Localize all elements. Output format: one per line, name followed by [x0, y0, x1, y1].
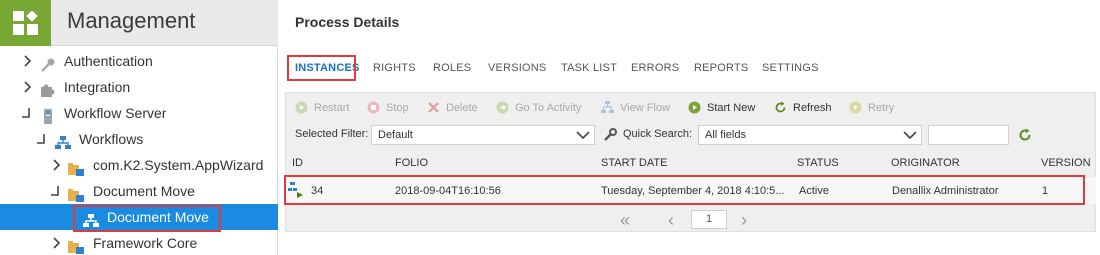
tree-item-workflows[interactable]: Workflows — [0, 126, 278, 152]
tab-reports[interactable]: REPORTS — [694, 56, 748, 80]
delete-button[interactable]: Delete — [427, 100, 482, 118]
selection-highlight-box — [73, 205, 221, 232]
tab-task-list[interactable]: TASK LIST — [561, 56, 617, 80]
play-icon — [849, 101, 862, 114]
selected-filter-value: Default — [378, 129, 413, 141]
chevron-down-icon — [576, 126, 590, 144]
play-icon — [688, 101, 701, 114]
chevron-right-icon[interactable] — [51, 230, 63, 255]
page-title: Process Details — [295, 14, 400, 30]
sidebar: Management Authentication Integration Wo… — [0, 0, 278, 255]
server-icon — [42, 106, 58, 124]
tab-settings[interactable]: SETTINGS — [762, 56, 819, 80]
previous-page-button[interactable]: ‹ — [668, 210, 674, 231]
chevron-right-icon[interactable] — [51, 152, 63, 179]
puzzle-icon — [40, 80, 56, 97]
collapse-icon[interactable] — [49, 178, 61, 205]
selected-filter-label: Selected Filter: — [295, 128, 369, 140]
tree-item-appwizard[interactable]: com.K2.System.AppWizard — [0, 152, 278, 178]
tree-item-label: Document Move — [93, 183, 195, 199]
view-flow-button[interactable]: View Flow — [601, 100, 673, 118]
delete-icon — [427, 101, 440, 114]
quick-search-label: Quick Search: — [623, 128, 693, 140]
chevron-right-icon[interactable] — [22, 74, 34, 101]
page-number-input[interactable]: 1 — [691, 210, 727, 229]
refresh-button[interactable]: Refresh — [774, 100, 834, 118]
chevron-down-icon — [903, 126, 917, 144]
column-header-start-date[interactable]: START DATE — [601, 157, 667, 169]
column-header-originator[interactable]: ORIGINATOR — [891, 157, 960, 169]
selected-filter-dropdown[interactable]: Default — [371, 125, 595, 145]
workflow-icon — [55, 132, 71, 149]
tab-rights[interactable]: RIGHTS — [373, 56, 416, 80]
tree-item-label: Workflows — [79, 131, 144, 147]
collapse-icon[interactable] — [35, 126, 47, 153]
key-icon — [40, 54, 56, 72]
tree-item-label: Framework Core — [93, 235, 198, 251]
column-header-version[interactable]: VERSION — [1041, 157, 1091, 169]
tree-item-workflow-server[interactable]: Workflow Server — [0, 100, 278, 126]
tab-errors[interactable]: ERRORS — [631, 56, 679, 80]
column-header-id[interactable]: ID — [292, 157, 303, 169]
refresh-icon[interactable] — [1018, 128, 1032, 142]
tree-item-integration[interactable]: Integration — [0, 74, 278, 100]
column-header-status[interactable]: STATUS — [797, 157, 839, 169]
retry-button[interactable]: Retry — [849, 100, 899, 118]
folder-workflow-icon — [68, 158, 84, 176]
collapse-icon[interactable] — [20, 100, 32, 127]
restart-button[interactable]: Restart — [295, 100, 355, 118]
tree-item-label: Integration — [64, 79, 131, 95]
stop-button[interactable]: Stop — [367, 100, 412, 118]
app-logo[interactable] — [0, 0, 51, 46]
tree-item-label: Authentication — [64, 53, 153, 69]
refresh-icon — [774, 101, 787, 114]
folder-workflow-icon — [68, 184, 84, 202]
start-new-button[interactable]: Start New — [688, 100, 760, 118]
sidebar-header: Management — [0, 0, 278, 46]
tiles-icon — [13, 11, 38, 35]
wrench-icon — [603, 128, 617, 142]
tree-item-framework-core[interactable]: Framework Core — [0, 230, 278, 255]
column-header-folio[interactable]: FOLIO — [395, 157, 428, 169]
tab-roles[interactable]: ROLES — [433, 56, 471, 80]
tree-item-authentication[interactable]: Authentication — [0, 48, 278, 74]
sidebar-title: Management — [67, 8, 196, 33]
tree-item-label: com.K2.System.AppWizard — [93, 157, 264, 173]
next-page-button[interactable]: › — [741, 210, 747, 231]
tab-highlight-box — [287, 55, 356, 81]
row-highlight-box — [284, 175, 1085, 205]
folder-workflow-icon — [68, 236, 84, 254]
play-icon — [295, 101, 308, 114]
tree-item-label: Workflow Server — [64, 105, 167, 121]
tab-versions[interactable]: VERSIONS — [488, 56, 546, 80]
workflow-icon — [601, 101, 614, 114]
chevron-right-icon[interactable] — [22, 48, 34, 75]
go-to-activity-button[interactable]: Go To Activity — [496, 100, 586, 118]
app-root: Management Authentication Integration Wo… — [0, 0, 1100, 255]
tree-item-document-move-folder[interactable]: Document Move — [0, 178, 278, 204]
go-to-activity-icon — [496, 101, 509, 114]
quick-search-dropdown[interactable]: All fields — [698, 125, 922, 145]
stop-icon — [367, 101, 380, 114]
quick-search-value: All fields — [705, 129, 746, 141]
quick-search-input[interactable] — [928, 125, 1009, 145]
first-page-button[interactable]: « — [620, 210, 630, 231]
